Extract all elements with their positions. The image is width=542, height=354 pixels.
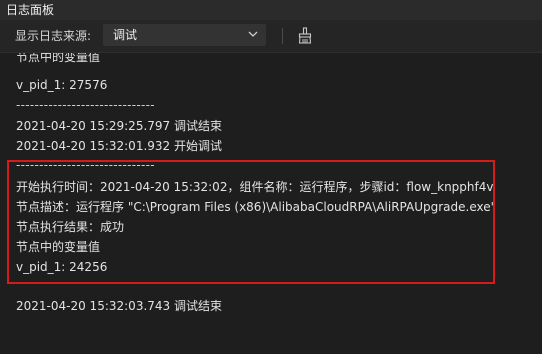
log-panel: 日志面板 显示日志来源: 调试 节点中的变量值 v_pid_1: 27576 -… [0, 0, 542, 354]
panel-title: 日志面板 [6, 3, 55, 17]
log-line-highlighted: v_pid_1: 24256 [16, 260, 108, 274]
log-source-dropdown[interactable]: 调试 [103, 24, 266, 46]
log-line-highlighted: 节点中的变量值 [16, 240, 101, 254]
log-content[interactable]: 节点中的变量值 v_pid_1: 27576 -----------------… [0, 53, 542, 354]
log-separator: ------------------------------ [16, 98, 155, 112]
log-source-label: 显示日志来源: [15, 29, 92, 43]
log-line-highlighted: 节点描述：运行程序 "C:\Program Files (x86)\Alibab… [16, 200, 497, 214]
log-separator: ------------------------------ [16, 158, 155, 172]
log-line: v_pid_1: 27576 [16, 78, 108, 92]
log-line: 2021-04-20 15:29:25.797 调试结束 [16, 119, 222, 133]
log-line: 节点中的变量值 [16, 53, 101, 64]
log-toolbar: 显示日志来源: 调试 [0, 20, 542, 53]
log-source-selected: 调试 [113, 28, 138, 42]
log-line: 2021-04-20 15:32:03.743 调试结束 [16, 299, 222, 313]
log-line-highlighted: 节点执行结果：成功 [16, 220, 125, 234]
log-line-highlighted: 开始执行时间：2021-04-20 15:32:02，组件名称：运行程序，步骤i… [16, 180, 494, 194]
toolbar-divider [282, 28, 283, 44]
panel-title-bar: 日志面板 [0, 0, 542, 20]
log-line: 2021-04-20 15:32:01.932 开始调试 [16, 139, 222, 153]
chevron-down-icon [248, 31, 258, 37]
broom-clear-icon[interactable] [297, 27, 313, 45]
